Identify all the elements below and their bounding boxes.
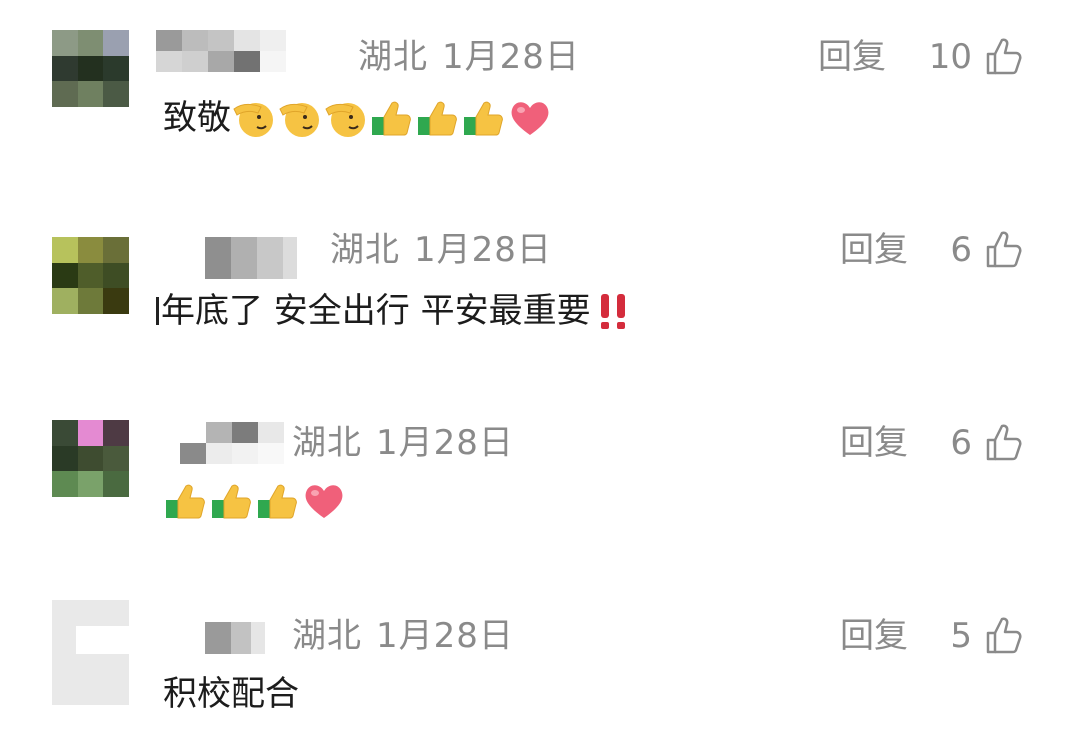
comment-meta: 湖北 1月28日	[330, 230, 552, 270]
reply-button[interactable]: 回复	[840, 616, 908, 656]
avatar[interactable]	[52, 600, 129, 705]
comment-content: 积校配合	[163, 672, 299, 716]
comment-meta: 湖北 1月28日	[292, 423, 514, 463]
text-cursor	[156, 297, 159, 325]
location-label: 湖北	[358, 37, 428, 77]
avatar[interactable]	[52, 420, 129, 497]
thumbs-up-emoji	[209, 478, 255, 524]
thumbs-up-emoji	[369, 95, 415, 141]
like-count: 6	[950, 423, 972, 463]
like-count: 10	[928, 37, 972, 77]
thumbs-up-emoji	[461, 95, 507, 141]
comment-content: 年底了 安全出行 平安最重要	[156, 288, 637, 334]
location-label: 湖北	[330, 230, 400, 270]
avatar[interactable]	[52, 30, 129, 107]
thumbs-up-emoji	[415, 95, 461, 141]
date-label: 1月28日	[414, 230, 552, 270]
reply-button[interactable]: 回复	[840, 423, 908, 463]
date-label: 1月28日	[376, 616, 514, 656]
thumbs-up-emoji	[255, 478, 301, 524]
reply-button[interactable]: 回复	[840, 230, 908, 270]
thumbs-up-outline-icon[interactable]	[985, 36, 1023, 76]
location-label: 湖北	[292, 616, 362, 656]
username-blurred[interactable]	[180, 422, 284, 464]
comment-text: 积校配合	[163, 674, 299, 714]
avatar[interactable]	[52, 237, 129, 314]
comment-meta: 湖北 1月28日	[358, 37, 580, 77]
like-count: 5	[950, 616, 972, 656]
username-blurred[interactable]	[205, 237, 297, 279]
thumbs-up-emoji	[163, 478, 209, 524]
double-exclamation-emoji	[591, 288, 637, 334]
location-label: 湖北	[292, 423, 362, 463]
thumbs-up-outline-icon[interactable]	[985, 422, 1023, 462]
heart-emoji	[507, 95, 553, 141]
reply-button[interactable]: 回复	[818, 37, 886, 77]
comment-text: 年底了 安全出行 平安最重要	[161, 291, 591, 331]
username-blurred[interactable]	[156, 30, 286, 72]
thumbs-up-outline-icon[interactable]	[985, 229, 1023, 269]
username-blurred[interactable]	[205, 622, 265, 654]
heart-emoji	[301, 478, 347, 524]
salute-emoji	[323, 95, 369, 141]
comment-content	[163, 478, 347, 524]
salute-emoji	[277, 95, 323, 141]
date-label: 1月28日	[442, 37, 580, 77]
comment-text: 致敬	[163, 98, 231, 138]
thumbs-up-outline-icon[interactable]	[985, 615, 1023, 655]
like-count: 6	[950, 230, 972, 270]
salute-emoji	[231, 95, 277, 141]
comment-meta: 湖北 1月28日	[292, 616, 514, 656]
comment-content: 致敬	[163, 95, 553, 141]
date-label: 1月28日	[376, 423, 514, 463]
